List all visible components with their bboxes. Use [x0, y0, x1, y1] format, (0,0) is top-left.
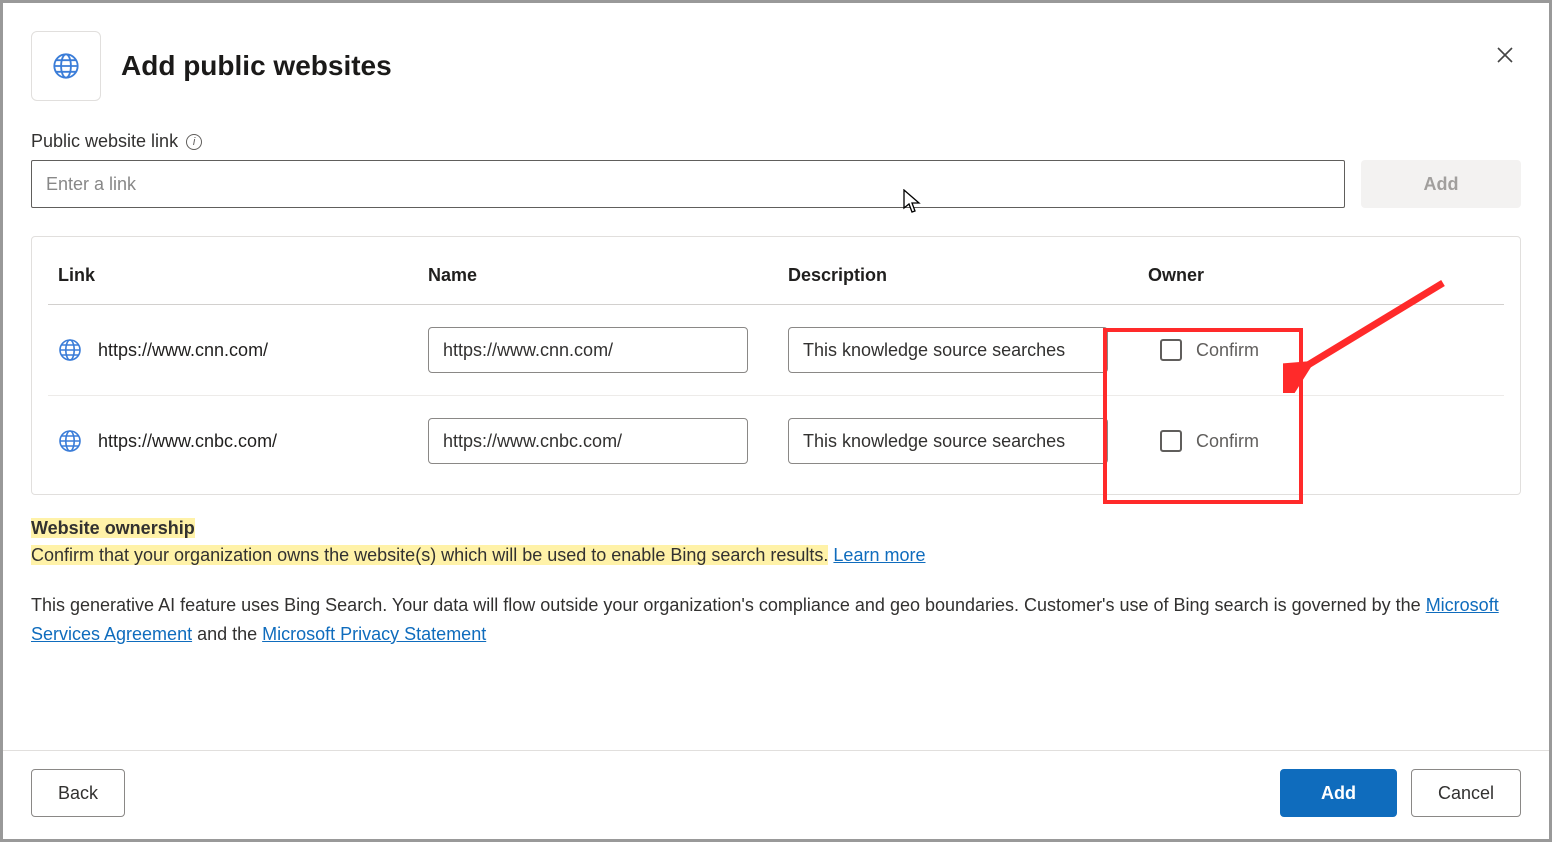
- col-link: Link: [58, 265, 428, 286]
- back-button[interactable]: Back: [31, 769, 125, 817]
- link-text: https://www.cnn.com/: [98, 340, 268, 361]
- header-icon: [31, 31, 101, 101]
- globe-icon: [58, 429, 82, 453]
- close-button[interactable]: [1489, 39, 1521, 71]
- col-description: Description: [788, 265, 1148, 286]
- name-input[interactable]: [428, 418, 748, 464]
- confirm-label: Confirm: [1196, 340, 1259, 361]
- confirm-checkbox[interactable]: [1160, 339, 1182, 361]
- link-text: https://www.cnbc.com/: [98, 431, 277, 452]
- ownership-title: Website ownership: [31, 518, 195, 538]
- info-icon[interactable]: i: [186, 134, 202, 150]
- links-table: Link Name Description Owner https://www.…: [31, 236, 1521, 495]
- disclaimer: This generative AI feature uses Bing Sea…: [31, 591, 1521, 649]
- dialog-footer: Back Add Cancel: [3, 750, 1549, 839]
- name-input[interactable]: [428, 327, 748, 373]
- privacy-link[interactable]: Microsoft Privacy Statement: [262, 624, 486, 644]
- ownership-note: Website ownership Confirm that your orga…: [31, 515, 1521, 569]
- table-header: Link Name Description Owner: [48, 249, 1504, 305]
- disclaimer-mid: and the: [192, 624, 262, 644]
- dialog-header: Add public websites: [31, 31, 1521, 101]
- cancel-button[interactable]: Cancel: [1411, 769, 1521, 817]
- ownership-text: Confirm that your organization owns the …: [31, 545, 828, 565]
- field-label: Public website link i: [31, 131, 1521, 152]
- confirm-label: Confirm: [1196, 431, 1259, 452]
- close-icon: [1496, 46, 1514, 64]
- col-name: Name: [428, 265, 788, 286]
- globe-icon: [52, 52, 80, 80]
- add-link-button[interactable]: Add: [1361, 160, 1521, 208]
- description-input[interactable]: [788, 327, 1108, 373]
- table-row: https://www.cnn.com/ Confirm: [48, 305, 1504, 396]
- field-label-text: Public website link: [31, 131, 178, 152]
- link-cell: https://www.cnbc.com/: [58, 429, 428, 453]
- table-row: https://www.cnbc.com/ Confirm: [48, 396, 1504, 486]
- col-owner: Owner: [1148, 265, 1498, 286]
- link-cell: https://www.cnn.com/: [58, 338, 428, 362]
- learn-more-link[interactable]: Learn more: [833, 545, 925, 565]
- disclaimer-pre: This generative AI feature uses Bing Sea…: [31, 595, 1426, 615]
- description-input[interactable]: [788, 418, 1108, 464]
- globe-icon: [58, 338, 82, 362]
- dialog-title: Add public websites: [121, 50, 392, 82]
- link-input[interactable]: [31, 160, 1345, 208]
- confirm-checkbox[interactable]: [1160, 430, 1182, 452]
- add-button[interactable]: Add: [1280, 769, 1397, 817]
